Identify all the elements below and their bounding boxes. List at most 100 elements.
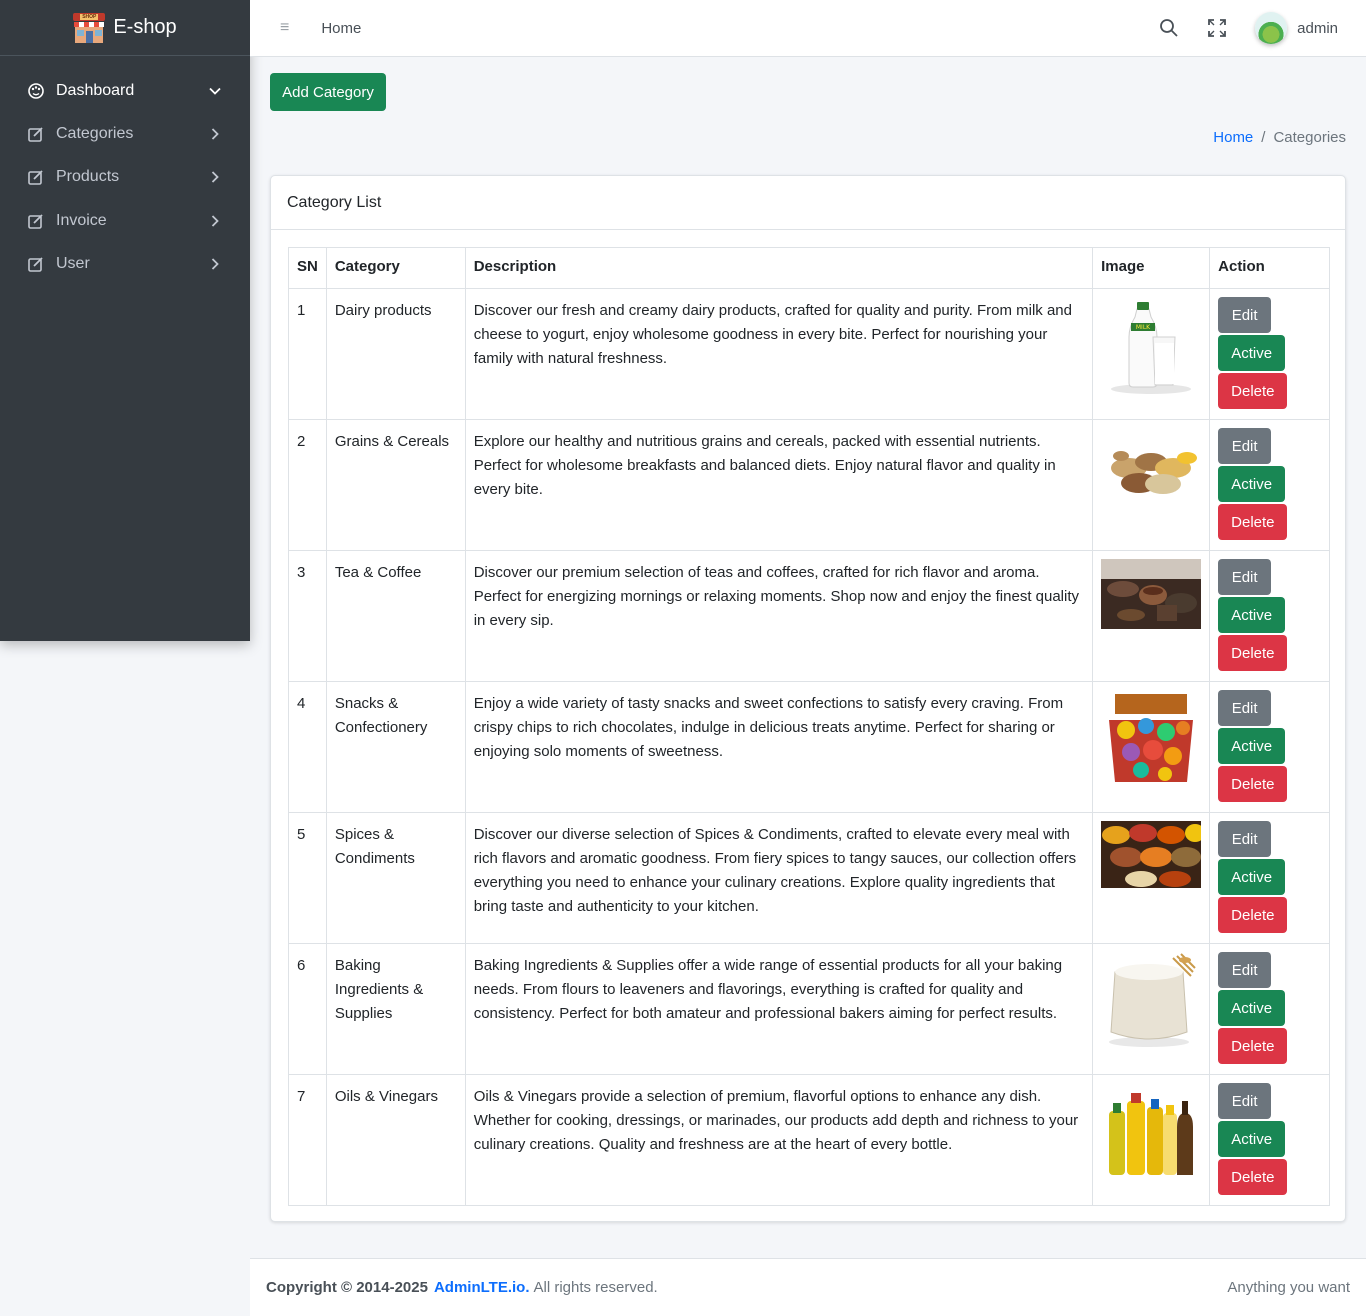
svg-text:MILK: MILK: [1136, 324, 1151, 331]
delete-button[interactable]: Delete: [1218, 766, 1288, 802]
row-description: Explore our healthy and nutritious grain…: [464, 419, 1094, 551]
sidebar-item-label: Products: [56, 168, 120, 186]
row-sn: 4: [288, 681, 327, 813]
row-description: Discover our premium selection of teas a…: [464, 550, 1094, 682]
sidebar-item-invoice[interactable]: Invoice: [0, 199, 250, 242]
oil-bottles-image: [1101, 1083, 1201, 1183]
row-sn: 2: [288, 419, 327, 551]
breadcrumb: Home / Categories: [1213, 129, 1346, 146]
table-row: 2 Grains & Cereals Explore our healthy a…: [288, 419, 1330, 551]
delete-button[interactable]: Delete: [1218, 897, 1288, 933]
row-description: Oils & Vinegars provide a selection of p…: [464, 1074, 1094, 1206]
row-category: Grains & Cereals: [325, 419, 466, 551]
delete-button[interactable]: Delete: [1218, 635, 1288, 671]
row-sn: 1: [288, 288, 327, 420]
category-table: SN Category Description Image Action 1 D…: [288, 247, 1330, 1206]
row-description: Discover our fresh and creamy dairy prod…: [464, 288, 1094, 420]
breadcrumb-separator: /: [1261, 129, 1266, 146]
table-row: 3 Tea & Coffee Discover our premium sele…: [288, 550, 1330, 682]
grains-image: [1101, 428, 1201, 528]
row-category: Dairy products: [325, 288, 466, 420]
edit-button[interactable]: Edit: [1218, 559, 1272, 595]
chevron-right-icon: [208, 214, 222, 228]
row-category: Tea & Coffee: [325, 550, 466, 682]
sidebar-item-label: Categories: [56, 124, 134, 142]
edit-icon: [28, 169, 44, 186]
footer-right-text: Anything you want: [1227, 1279, 1350, 1296]
menu-toggle-icon[interactable]: ≡: [280, 19, 289, 37]
shop-logo-icon: SHOP: [73, 12, 106, 43]
sidebar-item-dashboard[interactable]: Dashboard: [0, 69, 250, 112]
column-header-action: Action: [1209, 247, 1330, 289]
row-sn: 6: [288, 943, 327, 1075]
footer-rights: All rights reserved.: [533, 1279, 658, 1296]
fullscreen-icon[interactable]: [1207, 18, 1227, 38]
delete-button[interactable]: Delete: [1218, 373, 1288, 409]
sidebar-item-label: Dashboard: [56, 81, 135, 99]
sidebar-item-products[interactable]: Products: [0, 156, 250, 199]
delete-button[interactable]: Delete: [1218, 1028, 1288, 1064]
row-category: Oils & Vinegars: [325, 1074, 466, 1206]
palette-icon: [28, 82, 44, 99]
sidebar-item-user[interactable]: User: [0, 242, 250, 285]
user-avatar[interactable]: [1255, 12, 1288, 44]
flour-sack-image: [1101, 952, 1201, 1052]
row-category: Snacks & Confectionery: [325, 681, 466, 813]
category-list-card: Category List SN Category Description Im…: [270, 175, 1346, 1222]
active-button[interactable]: Active: [1218, 859, 1286, 895]
row-description: Baking Ingredients & Supplies offer a wi…: [464, 943, 1094, 1075]
delete-button[interactable]: Delete: [1218, 504, 1288, 540]
brand-name: E-shop: [113, 16, 177, 38]
active-button[interactable]: Active: [1218, 466, 1286, 502]
edit-button[interactable]: Edit: [1218, 297, 1272, 333]
user-name[interactable]: admin: [1297, 20, 1338, 37]
active-button[interactable]: Active: [1218, 728, 1286, 764]
table-row: 4 Snacks & Confectionery Enjoy a wide va…: [288, 681, 1330, 813]
table-row: 1 Dairy products Discover our fresh and …: [288, 288, 1330, 420]
active-button[interactable]: Active: [1218, 990, 1286, 1026]
row-category: Baking Ingredients & Supplies: [325, 943, 466, 1075]
row-description: Enjoy a wide variety of tasty snacks and…: [464, 681, 1094, 813]
table-row: 7 Oils & Vinegars Oils & Vinegars provid…: [288, 1074, 1330, 1206]
delete-button[interactable]: Delete: [1218, 1159, 1288, 1195]
edit-button[interactable]: Edit: [1218, 821, 1272, 857]
table-row: 5 Spices & Condiments Discover our diver…: [288, 812, 1330, 944]
top-home-link[interactable]: Home: [321, 20, 361, 37]
row-sn: 3: [288, 550, 327, 682]
edit-button[interactable]: Edit: [1218, 690, 1272, 726]
footer-adminlte-link[interactable]: AdminLTE.io.: [434, 1279, 530, 1296]
sidebar-item-categories[interactable]: Categories: [0, 112, 250, 155]
row-sn: 5: [288, 812, 327, 944]
edit-button[interactable]: Edit: [1218, 428, 1272, 464]
footer: Copyright © 2014-2025 AdminLTE.io. All r…: [250, 1258, 1366, 1316]
breadcrumb-home-link[interactable]: Home: [1213, 129, 1253, 146]
edit-icon: [28, 256, 44, 272]
column-header-image: Image: [1092, 247, 1211, 289]
sidebar-item-label: User: [56, 254, 90, 272]
edit-icon: [28, 213, 44, 229]
search-icon[interactable]: [1159, 18, 1179, 38]
add-category-button[interactable]: Add Category: [270, 73, 386, 111]
sidebar-nav: Dashboard Categories Products Invoice Us…: [0, 56, 250, 285]
row-sn: 7: [288, 1074, 327, 1206]
active-button[interactable]: Active: [1218, 597, 1286, 633]
table-header-row: SN Category Description Image Action: [288, 247, 1330, 289]
tea-coffee-image: [1101, 559, 1202, 659]
chevron-down-icon: [208, 84, 222, 98]
card-title: Category List: [271, 176, 1345, 230]
edit-icon: [28, 126, 44, 142]
edit-button[interactable]: Edit: [1218, 952, 1272, 988]
column-header-category: Category: [325, 247, 466, 289]
footer-copyright: Copyright © 2014-2025: [266, 1279, 428, 1296]
brand[interactable]: SHOP E-shop: [0, 0, 250, 56]
chevron-right-icon: [208, 170, 222, 184]
top-navbar: ≡ Home admin: [250, 0, 1366, 57]
spices-image: [1101, 821, 1202, 921]
sidebar-item-label: Invoice: [56, 211, 107, 229]
top-right-controls: admin: [1159, 12, 1338, 44]
active-button[interactable]: Active: [1218, 1121, 1286, 1157]
milk-image: MILK: [1101, 297, 1201, 397]
edit-button[interactable]: Edit: [1218, 1083, 1272, 1119]
column-header-description: Description: [464, 247, 1094, 289]
active-button[interactable]: Active: [1218, 335, 1286, 371]
